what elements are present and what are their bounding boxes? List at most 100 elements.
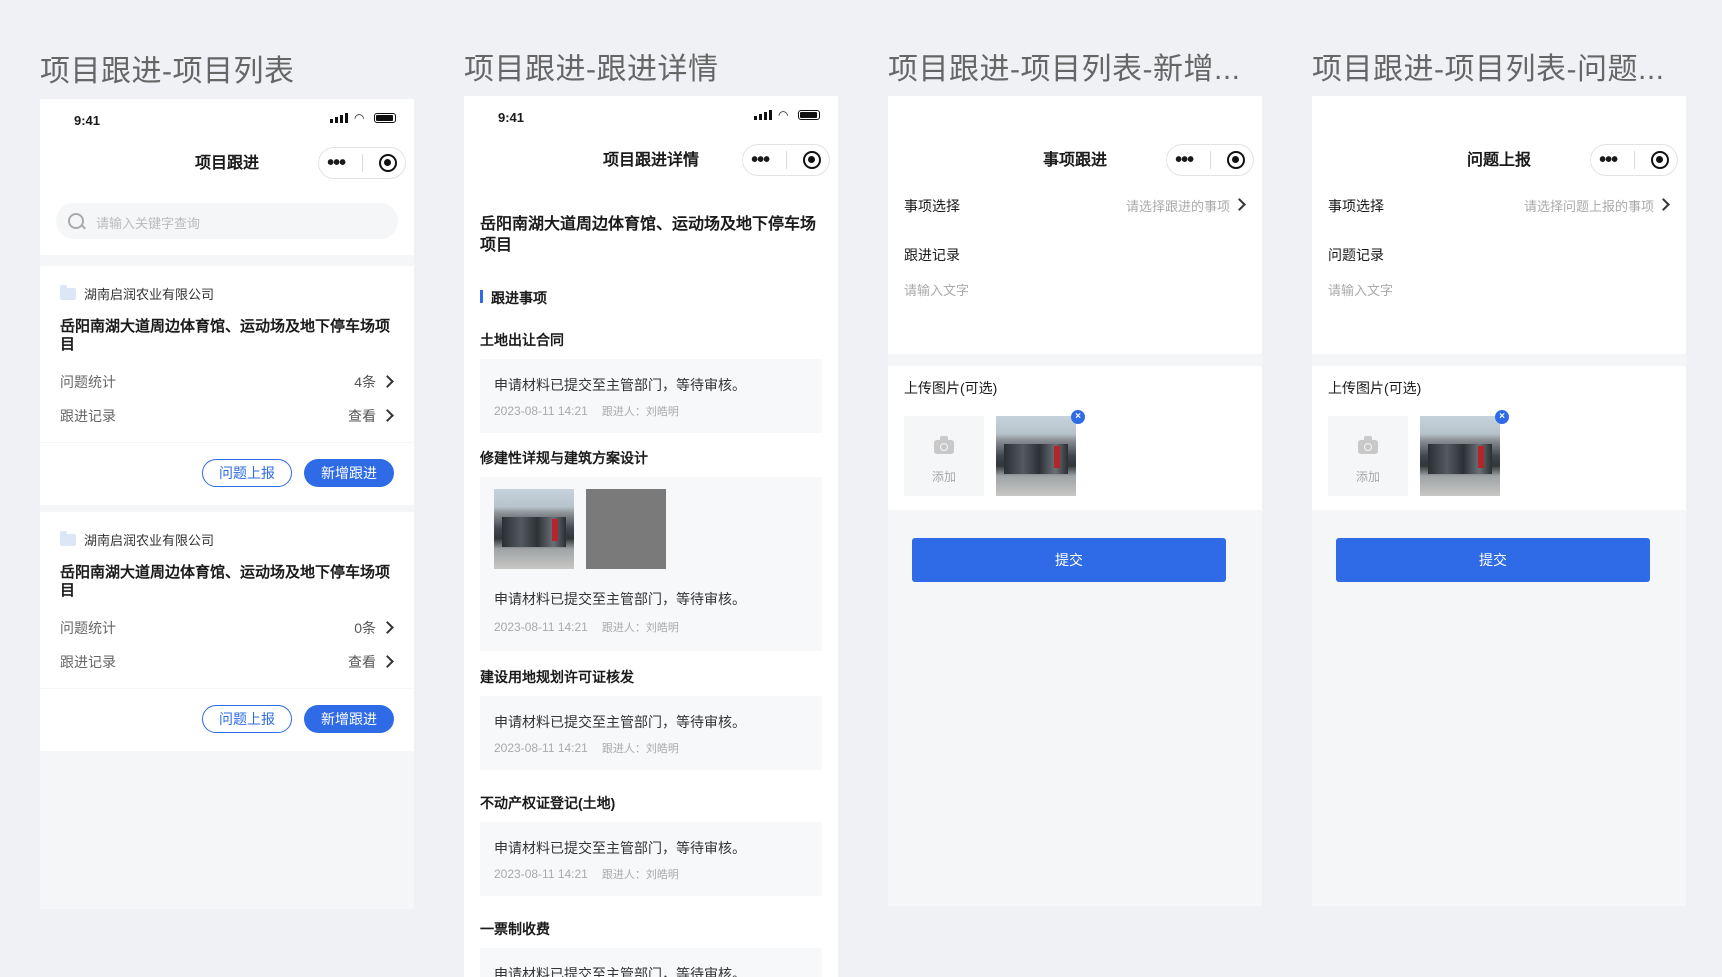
chevron-right-icon [381,655,394,668]
close-miniprogram-icon[interactable] [1226,151,1245,169]
wifi-icon: ◠ [778,108,789,122]
issue-record-label: 问题记录 [1328,247,1384,263]
board-title-add: 项目跟进-项目列表-新增... [888,53,1241,86]
item-select-placeholder: 请选择跟进的事项 [1125,199,1230,214]
record-row[interactable]: 跟进记录 查看 [60,406,394,426]
upload-panel: 上传图片(可选) 添加 × [888,366,1262,510]
wifi-icon: ◠ [354,111,365,125]
item-select-row[interactable]: 事项选择 请选择跟进的事项 [904,196,1246,216]
mini-program-capsule: ••• [318,147,406,179]
record-meta: 2023-08-11 14:21 跟进人：刘皓明 [494,403,679,419]
add-follow-up-button[interactable]: 新增跟进 [304,459,394,487]
close-miniprogram-icon[interactable] [1650,151,1669,169]
search-placeholder: 请输入关键字查询 [96,216,201,231]
record-text: 申请材料已提交至主管部门，等待审核。 [494,840,746,856]
submit-button[interactable]: 提交 [912,538,1226,582]
issue-textarea[interactable]: 请输入文字 [1328,280,1393,299]
battery-icon [798,110,820,120]
record-view-link: 查看 [348,408,376,424]
company-name: 湖南启润农业有限公司 [84,533,215,548]
project-card[interactable]: 湖南启润农业有限公司 岳阳南湖大道周边体育馆、运动场及地下停车场项目 问题统计 … [40,512,414,688]
uploaded-photo[interactable] [996,416,1076,496]
item-title: 土地出让合同 [480,332,564,348]
record-view-link: 查看 [348,654,376,670]
submit-button[interactable]: 提交 [1336,538,1650,582]
record-card: 申请材料已提交至主管部门，等待审核。 2023-08-11 14:21 跟进人：刘… [480,696,822,770]
record-textarea[interactable]: 请输入文字 [904,280,969,299]
item-title: 修建性详规与建筑方案设计 [480,450,648,466]
close-miniprogram-icon[interactable] [378,154,397,172]
issue-stat-row[interactable]: 问题统计 0条 [60,618,394,638]
record-label: 跟进记录 [904,247,960,263]
record-label: 跟进记录 [60,654,116,670]
status-bar: 9:41 ◠ [40,99,414,133]
battery-icon [374,113,396,123]
status-time: 9:41 [74,113,101,128]
nav-bar: 事项跟进 ••• [888,144,1262,178]
nav-bar: 项目跟进详情 ••• [464,144,838,178]
chevron-right-icon [1657,198,1670,211]
upload-panel: 上传图片(可选) 添加 × [1312,366,1686,510]
record-row[interactable]: 跟进记录 查看 [60,652,394,672]
project-title: 岳阳南湖大道周边体育馆、运动场及地下停车场项目 [480,216,817,254]
add-photo-button[interactable]: 添加 [904,416,984,496]
record-time: 2023-08-11 14:21 [494,620,588,634]
more-icon[interactable]: ••• [1175,150,1194,170]
mini-program-capsule: ••• [742,144,830,176]
record-follower: 跟进人：刘皓明 [601,622,679,634]
more-icon[interactable]: ••• [751,150,770,170]
add-photo-label: 添加 [1355,470,1380,484]
chevron-right-icon [381,409,394,422]
record-text: 申请材料已提交至主管部门，等待审核。 [494,377,746,393]
item-title: 一票制收费 [480,921,550,937]
card-actions: 问题上报 新增跟进 [40,443,414,505]
mini-program-capsule: ••• [1166,144,1254,176]
camera-icon [934,436,954,454]
issue-report-button[interactable]: 问题上报 [202,705,292,733]
item-select-row[interactable]: 事项选择 请选择问题上报的事项 [1328,196,1670,216]
add-follow-up-button[interactable]: 新增跟进 [304,705,394,733]
nav-bar: 项目跟进 ••• [40,147,414,181]
more-icon[interactable]: ••• [327,153,346,173]
capsule-divider [1209,151,1211,169]
capsule-divider [361,154,363,172]
capsule-divider [785,151,787,169]
record-meta: 2023-08-11 14:21 跟进人：刘皓明 [494,619,679,635]
upload-label: 上传图片(可选) [1328,380,1422,396]
signal-icon [754,110,772,120]
folder-icon [60,284,76,300]
record-card: 申请材料已提交至主管部门，等待审核。 2023-08-11 14:21 跟进人：刘… [480,822,822,896]
phone-add-follow-up: 事项跟进 ••• 事项选择 请选择跟进的事项 跟进记录 请输入文字 上传图片(可… [888,96,1262,906]
record-time: 2023-08-11 14:21 [494,741,588,755]
folder-icon [60,530,76,546]
item-select-label: 事项选择 [1328,198,1384,214]
search-icon [68,213,84,229]
chevron-right-icon [1233,198,1246,211]
company-name: 湖南启润农业有限公司 [84,287,215,302]
remove-photo-icon[interactable]: × [1495,410,1509,424]
record-follower: 跟进人：刘皓明 [601,869,679,881]
project-card[interactable]: 湖南启润农业有限公司 岳阳南湖大道周边体育馆、运动场及地下停车场项目 问题统计 … [40,266,414,442]
chevron-right-icon [381,375,394,388]
record-photo[interactable] [586,489,666,569]
issue-report-button[interactable]: 问题上报 [202,459,292,487]
nav-bar: 问题上报 ••• [1312,144,1686,178]
add-photo-label: 添加 [931,470,956,484]
issue-stat-row[interactable]: 问题统计 4条 [60,372,394,392]
search-input[interactable]: 请输入关键字查询 [56,203,398,239]
more-icon[interactable]: ••• [1599,150,1618,170]
record-photo[interactable] [494,489,574,569]
board-title-list: 项目跟进-项目列表 [40,55,295,88]
section-title: 跟进事项 [480,288,547,308]
remove-photo-icon[interactable]: × [1071,410,1085,424]
add-photo-button[interactable]: 添加 [1328,416,1408,496]
uploaded-photo[interactable] [1420,416,1500,496]
item-select-label: 事项选择 [904,198,960,214]
board-title-issue: 项目跟进-项目列表-问题... [1312,53,1665,86]
issue-stat-value: 4条 [354,374,376,390]
record-label: 跟进记录 [60,408,116,424]
issue-stat-label: 问题统计 [60,620,116,636]
item-title: 建设用地规划许可证核发 [480,669,634,685]
form-panel [888,96,1262,354]
close-miniprogram-icon[interactable] [802,151,821,169]
